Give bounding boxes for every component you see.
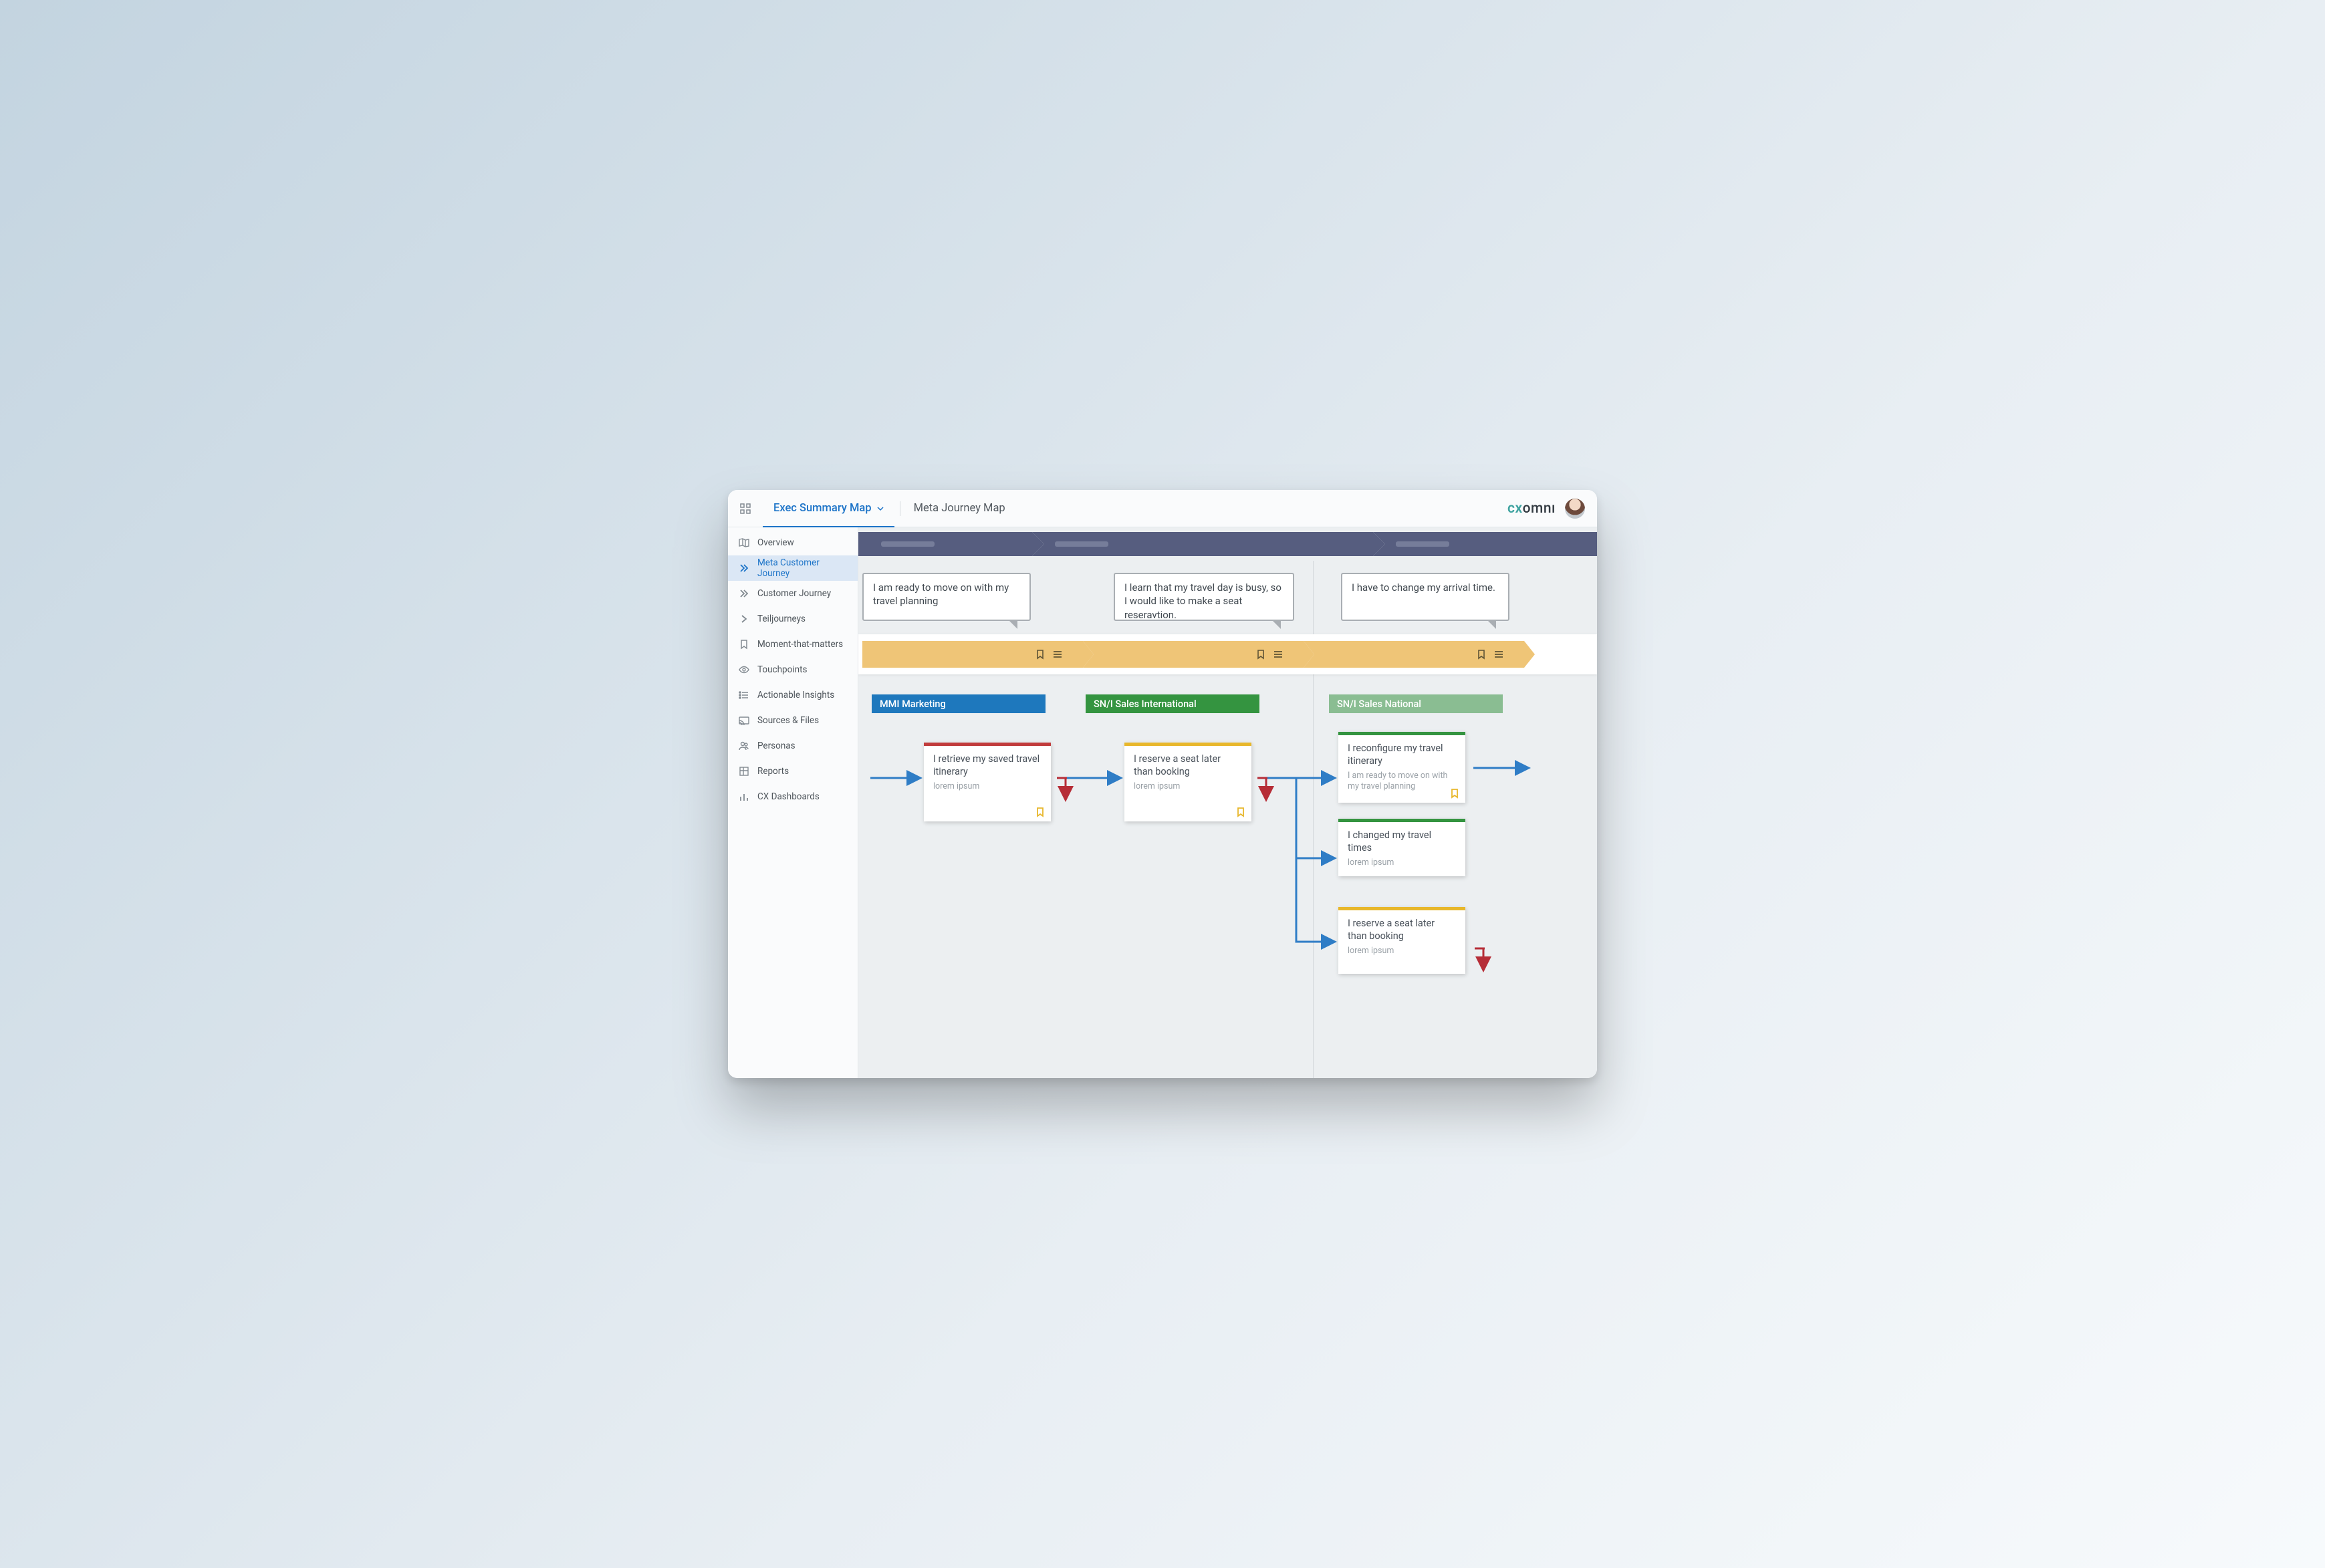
stage-chevron[interactable] bbox=[862, 641, 1083, 668]
bookmark-icon[interactable] bbox=[1035, 807, 1046, 817]
users-icon bbox=[739, 741, 749, 751]
sidebar-item-label: Sources & Files bbox=[757, 715, 819, 726]
sidebar-item-cx-dashboards[interactable]: CX Dashboards bbox=[728, 784, 858, 809]
menu-icon[interactable] bbox=[1493, 649, 1504, 660]
card-title: I changed my travel times bbox=[1348, 829, 1456, 855]
brand-logo: cxomnı bbox=[1507, 499, 1585, 519]
header-tabs: Exec Summary Map Meta Journey Map bbox=[763, 490, 1016, 527]
card-subtitle: lorem ipsum bbox=[1134, 781, 1242, 792]
card-title: I reserve a seat later than booking bbox=[1134, 753, 1242, 779]
card-subtitle: lorem ipsum bbox=[1348, 858, 1456, 868]
card-subtitle: I am ready to move on with my travel pla… bbox=[1348, 771, 1456, 793]
journey-card[interactable]: I reserve a seat later than booking lore… bbox=[1338, 907, 1465, 974]
card-accent bbox=[924, 743, 1051, 746]
sidebar-item-label: Customer Journey bbox=[757, 588, 831, 599]
bar-chart-icon bbox=[739, 791, 749, 802]
sidebar-item-touchpoints[interactable]: Touchpoints bbox=[728, 657, 858, 682]
tab-meta-journey[interactable]: Meta Journey Map bbox=[903, 490, 1016, 527]
phase-row bbox=[858, 527, 1597, 561]
phase-placeholder bbox=[1396, 541, 1449, 547]
bookmark-icon bbox=[739, 639, 749, 650]
card-subtitle: lorem ipsum bbox=[933, 781, 1042, 792]
category-label[interactable]: MMI Marketing bbox=[872, 694, 1046, 713]
bookmark-icon[interactable] bbox=[1449, 788, 1460, 799]
sidebar-item-actionable-insights[interactable]: Actionable Insights bbox=[728, 682, 858, 708]
sidebar: Overview Meta Customer Journey Customer Jo… bbox=[728, 527, 858, 1078]
app-frame: Exec Summary Map Meta Journey Map cxomnı… bbox=[728, 490, 1597, 1078]
bookmark-icon[interactable] bbox=[1035, 649, 1046, 660]
tab-label: Meta Journey Map bbox=[914, 502, 1005, 515]
sidebar-item-personas[interactable]: Personas bbox=[728, 733, 858, 759]
stage-row bbox=[858, 634, 1597, 674]
tab-label: Exec Summary Map bbox=[773, 502, 872, 515]
chevrons-right-icon bbox=[739, 563, 749, 573]
journey-card[interactable]: I reconfigure my travel itinerary I am r… bbox=[1338, 732, 1465, 803]
map-icon bbox=[739, 537, 749, 548]
list-icon bbox=[739, 690, 749, 700]
bookmark-icon[interactable] bbox=[1255, 649, 1266, 660]
phase-chevron[interactable] bbox=[1032, 532, 1373, 556]
tab-exec-summary[interactable]: Exec Summary Map bbox=[763, 490, 894, 527]
brand-cx: cx bbox=[1507, 501, 1523, 517]
chevrons-right-icon bbox=[739, 588, 749, 599]
sidebar-item-label: Reports bbox=[757, 766, 789, 777]
category-label[interactable]: SN/I Sales National bbox=[1329, 694, 1503, 713]
stage-chevron[interactable] bbox=[1083, 641, 1304, 668]
brand-omni: omnı bbox=[1523, 501, 1556, 517]
category-label[interactable]: SN/I Sales International bbox=[1086, 694, 1259, 713]
apps-grid-icon[interactable] bbox=[740, 503, 751, 514]
grid-icon bbox=[739, 766, 749, 777]
menu-icon[interactable] bbox=[1052, 649, 1063, 660]
sidebar-item-teiljourneys[interactable]: Teiljourneys bbox=[728, 606, 858, 632]
cast-icon bbox=[739, 715, 749, 726]
quote-text: I have to change my arrival time. bbox=[1352, 581, 1495, 594]
card-accent bbox=[1338, 907, 1465, 910]
bookmark-icon[interactable] bbox=[1235, 807, 1246, 817]
avatar[interactable] bbox=[1565, 499, 1585, 519]
header-bar: Exec Summary Map Meta Journey Map cxomnı bbox=[728, 490, 1597, 527]
sidebar-item-label: Teiljourneys bbox=[757, 614, 806, 624]
phase-placeholder bbox=[881, 541, 935, 547]
phase-chevron[interactable] bbox=[1373, 532, 1597, 556]
quote-text: I am ready to move on with my travel pla… bbox=[873, 581, 1009, 607]
chevron-right-icon bbox=[739, 614, 749, 624]
sidebar-item-label: Meta Customer Journey bbox=[757, 557, 847, 579]
persona-quote[interactable]: I learn that my travel day is busy, so I… bbox=[1114, 573, 1294, 621]
sidebar-item-meta-customer-journey[interactable]: Meta Customer Journey bbox=[728, 555, 858, 581]
sidebar-item-overview[interactable]: Overview bbox=[728, 530, 858, 555]
sidebar-item-label: Touchpoints bbox=[757, 664, 807, 675]
quote-text: I learn that my travel day is busy, so I… bbox=[1124, 581, 1281, 621]
chevron-down-icon bbox=[877, 505, 884, 512]
sidebar-item-label: Actionable Insights bbox=[757, 690, 834, 700]
phase-placeholder bbox=[1055, 541, 1108, 547]
persona-quote[interactable]: I am ready to move on with my travel pla… bbox=[862, 573, 1031, 621]
phase-chevron[interactable] bbox=[858, 532, 1032, 556]
card-accent bbox=[1124, 743, 1251, 746]
stage-chevron[interactable] bbox=[1304, 641, 1524, 668]
card-title: I retrieve my saved travel itinerary bbox=[933, 753, 1042, 779]
journey-card[interactable]: I changed my travel times lorem ipsum bbox=[1338, 819, 1465, 876]
sidebar-item-reports[interactable]: Reports bbox=[728, 759, 858, 784]
sidebar-item-label: Moment-that-matters bbox=[757, 639, 843, 650]
card-title: I reconfigure my travel itinerary bbox=[1348, 743, 1456, 768]
sidebar-item-label: CX Dashboards bbox=[757, 791, 820, 802]
card-subtitle: lorem ipsum bbox=[1348, 946, 1456, 956]
sidebar-item-moment-that-matters[interactable]: Moment-that-matters bbox=[728, 632, 858, 657]
journey-canvas[interactable]: I am ready to move on with my travel pla… bbox=[858, 527, 1597, 1078]
card-accent bbox=[1338, 819, 1465, 822]
journey-card[interactable]: I reserve a seat later than booking lore… bbox=[1124, 743, 1251, 821]
persona-quote[interactable]: I have to change my arrival time. bbox=[1341, 573, 1509, 621]
card-title: I reserve a seat later than booking bbox=[1348, 918, 1456, 943]
app-body: Overview Meta Customer Journey Customer Jo… bbox=[728, 527, 1597, 1078]
sidebar-item-customer-journey[interactable]: Customer Journey bbox=[728, 581, 858, 606]
sidebar-item-sources-files[interactable]: Sources & Files bbox=[728, 708, 858, 733]
card-accent bbox=[1338, 732, 1465, 735]
journey-card[interactable]: I retrieve my saved travel itinerary lor… bbox=[924, 743, 1051, 821]
eye-icon bbox=[739, 664, 749, 675]
sidebar-item-label: Overview bbox=[757, 537, 794, 548]
sidebar-item-label: Personas bbox=[757, 741, 796, 751]
menu-icon[interactable] bbox=[1273, 649, 1283, 660]
bookmark-icon[interactable] bbox=[1476, 649, 1487, 660]
